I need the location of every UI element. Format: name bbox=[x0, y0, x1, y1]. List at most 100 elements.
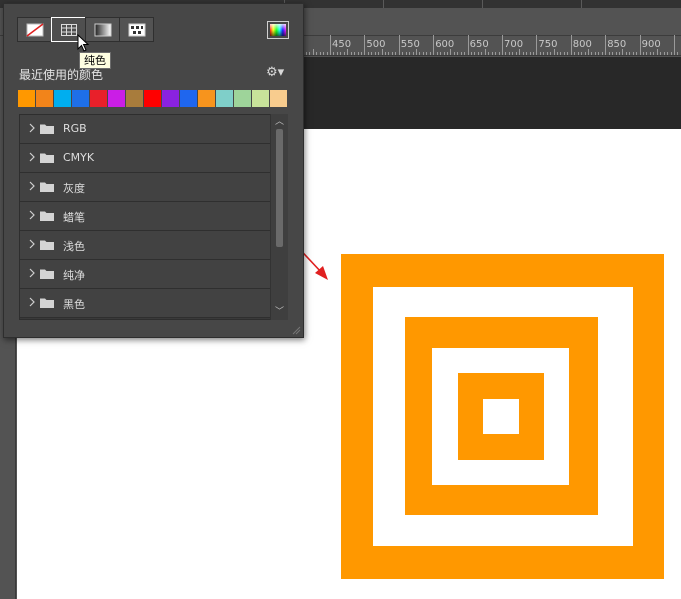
ruler-tick bbox=[422, 52, 424, 55]
resize-grip-icon[interactable] bbox=[291, 325, 301, 335]
ruler-tick bbox=[491, 52, 493, 55]
swatch-group-list: RGB CMYK 灰度蜡笔 浅色 纯净 黑色 bbox=[19, 114, 288, 320]
swatch-group-row[interactable]: 黑色 bbox=[20, 289, 287, 318]
ruler-tick bbox=[364, 35, 366, 55]
ruler-tick bbox=[618, 52, 620, 55]
gradient-button[interactable] bbox=[85, 17, 120, 42]
swatch-group-row[interactable]: 灰度 bbox=[20, 173, 287, 202]
color-swatch[interactable] bbox=[234, 90, 251, 107]
color-swatch[interactable] bbox=[90, 90, 107, 107]
ruler-label: 750 bbox=[538, 39, 558, 50]
ruler-tick bbox=[574, 52, 576, 55]
scrollbar[interactable]: ︿ ﹀ bbox=[270, 114, 288, 320]
scroll-up-arrow-icon[interactable]: ︿ bbox=[271, 116, 288, 128]
color-swatch[interactable] bbox=[18, 90, 35, 107]
ruler-tick bbox=[446, 52, 448, 55]
ruler-tick bbox=[409, 52, 411, 55]
ruler-tick bbox=[632, 52, 634, 55]
color-swatch[interactable] bbox=[198, 90, 215, 107]
chevron-right-icon[interactable] bbox=[28, 268, 36, 278]
chevron-right-icon[interactable] bbox=[28, 239, 36, 249]
swatch-group-row[interactable]: 蜡笔 bbox=[20, 202, 287, 231]
pasteboard bbox=[300, 57, 681, 129]
gear-icon[interactable]: ⚙▾ bbox=[266, 65, 284, 80]
ruler-tick bbox=[608, 52, 610, 55]
ruler-tick bbox=[385, 52, 387, 55]
ruler-tick bbox=[467, 35, 469, 55]
swatches-panel: 最近使用的颜色 ⚙▾ RGB CMYK 灰度 蜡笔 浅色 纯净 黑色 ︿ ﹀ bbox=[3, 3, 304, 338]
ruler-tick bbox=[495, 52, 497, 55]
color-picker-button[interactable] bbox=[267, 21, 289, 39]
tooltip: 纯色 bbox=[79, 52, 111, 69]
ruler-tick bbox=[660, 52, 662, 55]
ruler-tick bbox=[477, 52, 479, 55]
color-swatch[interactable] bbox=[108, 90, 125, 107]
ruler-tick bbox=[354, 52, 356, 55]
folder-icon bbox=[40, 269, 54, 279]
ruler-tick bbox=[615, 52, 617, 55]
ruler-tick bbox=[419, 52, 421, 55]
horizontal-ruler[interactable]: 450 500 550 600 650 700 750 800 850 900 bbox=[300, 35, 681, 56]
scroll-down-arrow-icon[interactable]: ﹀ bbox=[271, 306, 288, 318]
swatch-group-row[interactable]: 浅色 bbox=[20, 231, 287, 260]
no-color-button[interactable] bbox=[17, 17, 52, 42]
swatch-group-label: RGB bbox=[63, 122, 87, 135]
ruler-tick bbox=[481, 52, 483, 55]
folder-icon bbox=[40, 124, 54, 134]
ruler-label: 700 bbox=[504, 39, 524, 50]
color-swatch[interactable] bbox=[54, 90, 71, 107]
color-swatch[interactable] bbox=[252, 90, 269, 107]
pattern-button[interactable] bbox=[119, 17, 154, 42]
ruler-tick bbox=[323, 52, 325, 55]
ruler-tick bbox=[543, 52, 545, 55]
ruler-tick bbox=[663, 52, 665, 55]
color-swatch[interactable] bbox=[270, 90, 287, 107]
color-swatch[interactable] bbox=[162, 90, 179, 107]
color-swatch[interactable] bbox=[72, 90, 89, 107]
ruler-tick bbox=[546, 52, 548, 55]
ruler-tick bbox=[636, 52, 638, 55]
swatch-group-row[interactable]: 纯净 bbox=[20, 260, 287, 289]
ruler-tick bbox=[629, 52, 631, 55]
center-hole bbox=[483, 399, 519, 434]
ruler-tick bbox=[343, 52, 345, 55]
color-swatch[interactable] bbox=[216, 90, 233, 107]
chevron-right-icon[interactable] bbox=[28, 210, 36, 220]
color-swatch[interactable] bbox=[180, 90, 197, 107]
color-swatch[interactable] bbox=[36, 90, 53, 107]
mouse-cursor-icon bbox=[77, 34, 89, 52]
ruler-tick bbox=[550, 52, 552, 55]
swatch-group-label: 灰度 bbox=[63, 182, 85, 195]
swatch-group-row[interactable]: CMYK bbox=[20, 144, 287, 173]
ruler-tick bbox=[440, 52, 442, 55]
ruler-tick bbox=[598, 52, 600, 55]
chevron-right-icon[interactable] bbox=[28, 152, 36, 162]
ruler-tick bbox=[374, 52, 376, 55]
ruler-tick bbox=[508, 52, 510, 55]
color-spectrum-icon bbox=[270, 24, 286, 36]
ruler-tick bbox=[305, 52, 307, 55]
chevron-right-icon[interactable] bbox=[28, 123, 36, 133]
chevron-right-icon[interactable] bbox=[28, 181, 36, 191]
app-window: 450 500 550 600 650 700 750 800 850 900 bbox=[0, 0, 681, 599]
ruler-tick bbox=[581, 52, 583, 55]
ruler-tick bbox=[312, 49, 314, 55]
scrollbar-thumb[interactable] bbox=[276, 129, 283, 247]
ruler-tick bbox=[539, 52, 541, 55]
color-swatch[interactable] bbox=[126, 90, 143, 107]
swatch-group-row[interactable]: RGB bbox=[20, 115, 287, 144]
chevron-right-icon[interactable] bbox=[28, 297, 36, 307]
ruler-tick bbox=[674, 35, 675, 55]
folder-icon bbox=[40, 298, 54, 308]
ruler-tick bbox=[536, 35, 538, 55]
ruler-label: 600 bbox=[435, 39, 455, 50]
ruler-tick bbox=[457, 52, 459, 55]
ruler-tick bbox=[367, 52, 369, 55]
solid-color-icon bbox=[60, 23, 77, 36]
ruler-tick bbox=[560, 52, 562, 55]
color-swatch[interactable] bbox=[144, 90, 161, 107]
ruler-tick bbox=[402, 52, 404, 55]
ruler-tick bbox=[594, 52, 596, 55]
ruler-label: 900 bbox=[641, 39, 661, 50]
folder-icon bbox=[40, 211, 54, 221]
